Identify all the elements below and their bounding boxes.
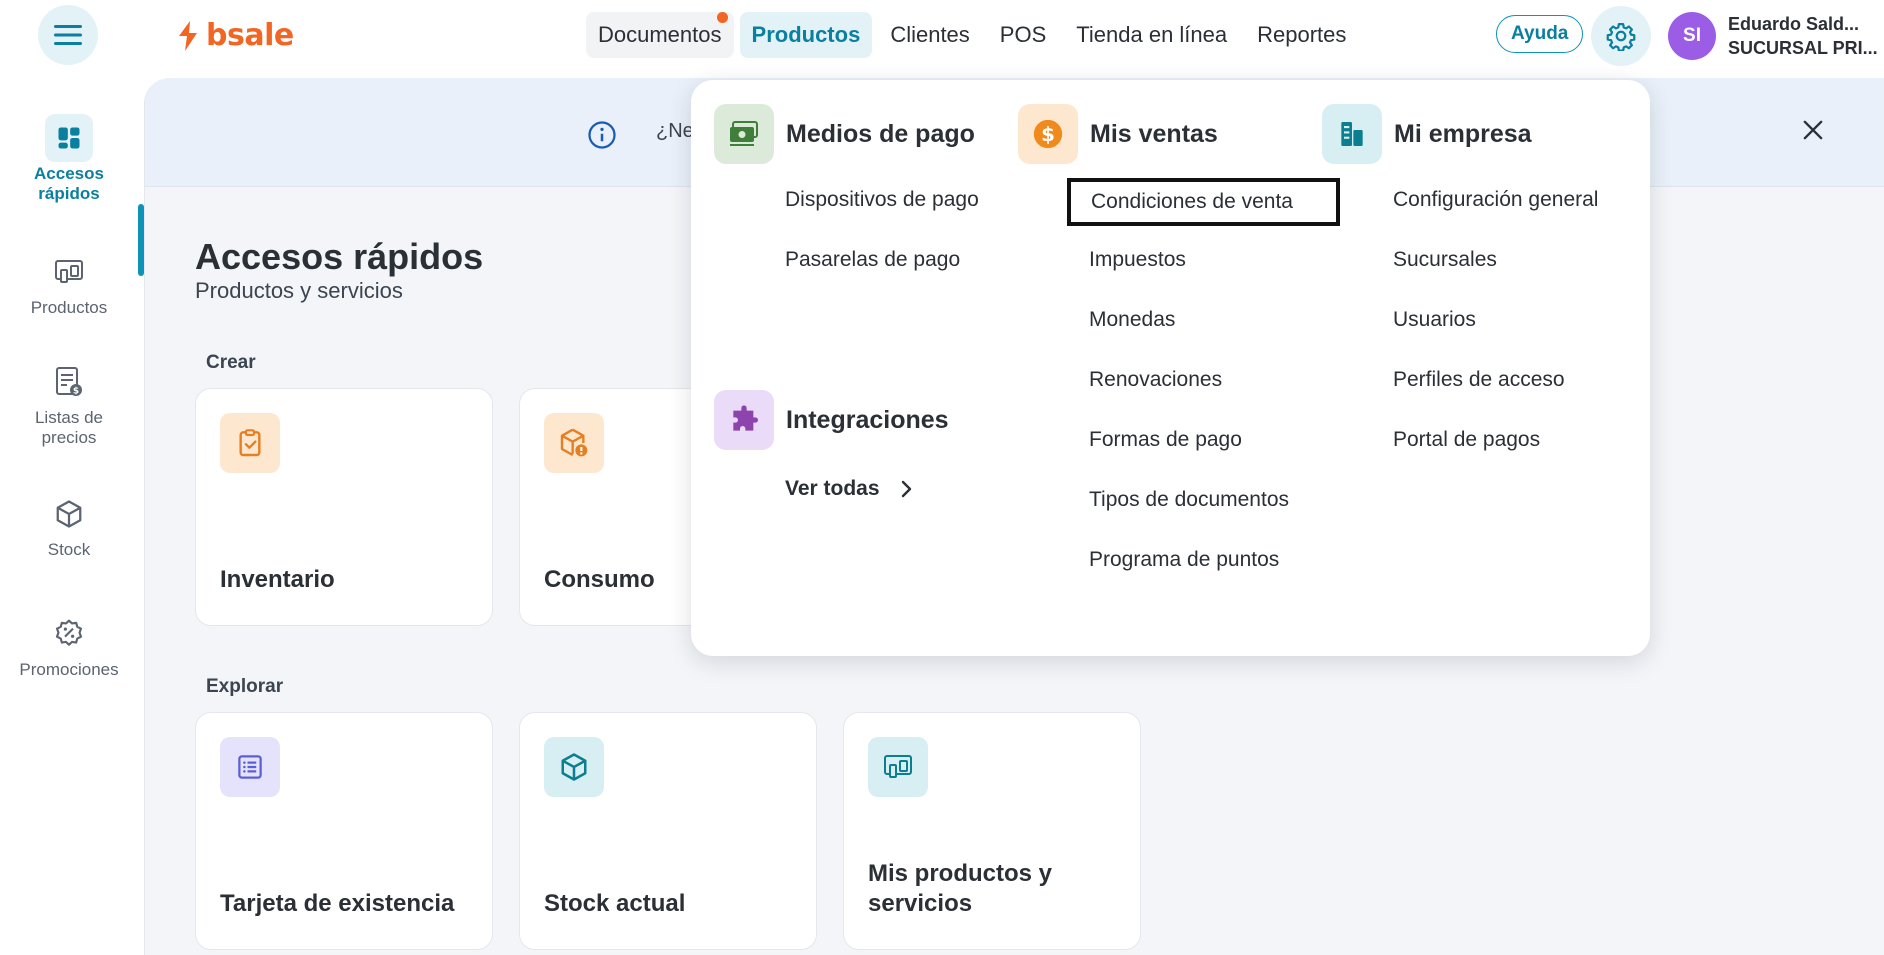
card-tarjeta-de-existencia[interactable]: Tarjeta de existencia xyxy=(195,712,493,950)
sidebar-item-stock[interactable]: Stock xyxy=(0,490,138,560)
user-info[interactable]: Eduardo Sald... SUCURSAL PRI... xyxy=(1728,12,1878,60)
nav-label: Productos xyxy=(751,22,861,47)
sidebar-item-label: Promociones xyxy=(19,660,119,679)
group-title: Mi empresa xyxy=(1394,119,1532,148)
group-mis-ventas: $ Mis ventas xyxy=(1018,104,1218,164)
sidebar-item-listas-de-precios[interactable]: $ Listas de precios xyxy=(0,358,138,448)
user-branch: SUCURSAL PRI... xyxy=(1728,38,1878,58)
nav-label: Clientes xyxy=(890,22,970,47)
section-label-explorar: Explorar xyxy=(206,676,284,697)
link-configuracion-general[interactable]: Configuración general xyxy=(1393,188,1598,212)
bsale-logo-icon xyxy=(179,20,197,51)
cash-icon xyxy=(714,104,774,164)
main-nav: Documentos Productos Clientes POS Tienda… xyxy=(586,12,1364,58)
sidebar: Accesos rápidos Productos $ Listas de pr… xyxy=(0,78,144,955)
dollar-coin-icon: $ xyxy=(1018,104,1078,164)
brand-name: bsale xyxy=(206,18,294,53)
avatar[interactable]: SI xyxy=(1668,12,1716,60)
settings-button[interactable] xyxy=(1591,6,1651,66)
box-alert-icon xyxy=(544,413,604,473)
section-label-crear: Crear xyxy=(206,352,256,373)
box-icon xyxy=(544,737,604,797)
card-inventario[interactable]: Inventario xyxy=(195,388,493,626)
sidebar-item-promociones[interactable]: Promociones xyxy=(0,610,138,680)
link-tipos-de-documentos[interactable]: Tipos de documentos xyxy=(1089,488,1289,512)
card-mis-productos-y-servicios[interactable]: Mis productos y servicios xyxy=(843,712,1141,950)
card-title: Stock actual xyxy=(544,890,686,917)
link-sucursales[interactable]: Sucursales xyxy=(1393,248,1497,272)
group-title: Integraciones xyxy=(786,405,949,434)
puzzle-icon xyxy=(714,390,774,450)
link-programa-de-puntos[interactable]: Programa de puntos xyxy=(1089,548,1279,572)
card-stock-actual[interactable]: Stock actual xyxy=(519,712,817,950)
ver-todas-label: Ver todas xyxy=(785,477,880,500)
gear-icon xyxy=(1606,23,1636,51)
menu-button[interactable] xyxy=(38,5,98,65)
nav-reportes[interactable]: Reportes xyxy=(1245,12,1358,58)
products-icon xyxy=(868,737,928,797)
card-title: Inventario xyxy=(220,566,335,593)
info-icon xyxy=(588,121,616,149)
page-title: Accesos rápidos xyxy=(195,236,484,277)
clipboard-check-icon xyxy=(220,413,280,473)
nav-label: Reportes xyxy=(1257,22,1347,47)
link-condiciones-de-venta[interactable]: Condiciones de venta xyxy=(1067,178,1340,226)
top-bar: bsale Documentos Productos Clientes POS … xyxy=(0,0,1884,78)
promotion-badge-icon xyxy=(45,610,93,658)
price-list-icon: $ xyxy=(45,358,93,406)
nav-documentos[interactable]: Documentos xyxy=(586,12,734,58)
hamburger-icon xyxy=(54,25,82,45)
svg-text:$: $ xyxy=(1041,123,1055,146)
link-perfiles-de-acceso[interactable]: Perfiles de acceso xyxy=(1393,368,1565,392)
products-icon xyxy=(45,248,93,296)
productos-dropdown-menu: Medios de pago Dispositivos de pago Pasa… xyxy=(691,80,1650,656)
link-monedas[interactable]: Monedas xyxy=(1089,308,1175,332)
link-dispositivos-de-pago[interactable]: Dispositivos de pago xyxy=(785,188,979,212)
nav-label: Tienda en línea xyxy=(1076,22,1228,47)
dashboard-icon xyxy=(45,114,93,162)
sidebar-item-accesos-rapidos[interactable]: Accesos rápidos xyxy=(0,114,138,204)
link-usuarios[interactable]: Usuarios xyxy=(1393,308,1476,332)
user-name: Eduardo Sald... xyxy=(1728,14,1860,34)
group-title: Mis ventas xyxy=(1090,119,1218,148)
group-mi-empresa: Mi empresa xyxy=(1322,104,1532,164)
link-pasarelas-de-pago[interactable]: Pasarelas de pago xyxy=(785,248,960,272)
nav-clientes[interactable]: Clientes xyxy=(878,12,981,58)
sidebar-item-label: Stock xyxy=(47,540,91,559)
nav-label: POS xyxy=(999,22,1047,47)
sidebar-item-label: Listas de precios xyxy=(34,408,104,447)
building-icon xyxy=(1322,104,1382,164)
brand-logo[interactable]: bsale xyxy=(176,18,294,53)
card-title: Mis productos y servicios xyxy=(868,860,1053,917)
sidebar-item-productos[interactable]: Productos xyxy=(0,248,138,318)
list-document-icon xyxy=(220,737,280,797)
group-medios-de-pago: Medios de pago xyxy=(714,104,975,164)
nav-tienda-en-linea[interactable]: Tienda en línea xyxy=(1064,12,1239,58)
nav-pos[interactable]: POS xyxy=(988,12,1058,58)
banner-text: ¿Ne xyxy=(656,120,694,142)
ver-todas-link[interactable]: Ver todas xyxy=(785,477,914,501)
chevron-right-icon xyxy=(901,480,911,498)
link-formas-de-pago[interactable]: Formas de pago xyxy=(1089,428,1242,452)
sidebar-item-label: Productos xyxy=(30,298,108,317)
sidebar-item-label: Accesos rápidos xyxy=(34,164,104,203)
page-subtitle: Productos y servicios xyxy=(195,278,403,303)
help-button[interactable]: Ayuda xyxy=(1496,15,1584,53)
svg-text:$: $ xyxy=(73,387,79,397)
card-title: Tarjeta de existencia xyxy=(220,890,455,917)
link-impuestos[interactable]: Impuestos xyxy=(1089,248,1186,272)
nav-productos[interactable]: Productos xyxy=(739,12,873,58)
link-renovaciones[interactable]: Renovaciones xyxy=(1089,368,1222,392)
group-integraciones: Integraciones xyxy=(714,390,949,450)
link-portal-de-pagos[interactable]: Portal de pagos xyxy=(1393,428,1540,452)
box-icon xyxy=(45,490,93,538)
notification-dot xyxy=(716,12,728,23)
group-title: Medios de pago xyxy=(786,119,975,148)
close-icon[interactable] xyxy=(1799,116,1827,144)
nav-label: Documentos xyxy=(598,22,722,47)
